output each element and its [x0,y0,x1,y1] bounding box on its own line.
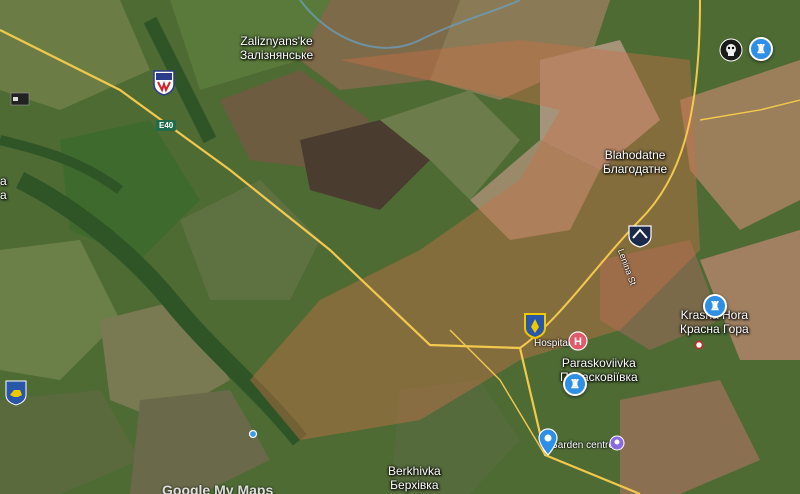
place-label-berkhivka: Berkhivka Берхівка [388,464,441,492]
hospital-icon[interactable]: H [568,331,588,356]
flag-icon[interactable] [10,92,30,111]
coat-of-arms-icon[interactable] [5,380,27,411]
location-pin-icon[interactable] [538,428,558,461]
satellite-terrain [0,0,800,494]
wagner-skull-icon[interactable] [719,38,743,67]
military-unit-emblem-icon[interactable] [628,224,652,253]
location-dot-icon[interactable] [694,337,704,355]
map-watermark: Google My Maps [162,482,274,494]
military-unit-emblem-icon[interactable] [153,70,175,101]
road-shield-e40: E40 [156,120,177,131]
svg-text:H: H [574,336,582,348]
place-label-blahodatne: Blahodatne Благодатне [603,148,668,176]
tower-icon[interactable]: ♜ [563,372,587,396]
place-label-zaliznyanske: Zaliznyans'ke Залізнянське [240,34,314,62]
coat-of-arms-icon[interactable] [524,313,546,344]
map-view[interactable]: Zaliznyans'ke Залізнянське Blahodatne Бл… [0,0,800,494]
location-dot-icon[interactable] [248,426,258,444]
place-label-partial-left: a a [0,174,7,202]
garden-centre-icon[interactable] [609,435,625,456]
poi-label-garden-centre: Garden centre [550,440,614,451]
tower-icon[interactable]: ♜ [703,294,727,318]
tower-icon[interactable]: ♜ [749,37,773,61]
